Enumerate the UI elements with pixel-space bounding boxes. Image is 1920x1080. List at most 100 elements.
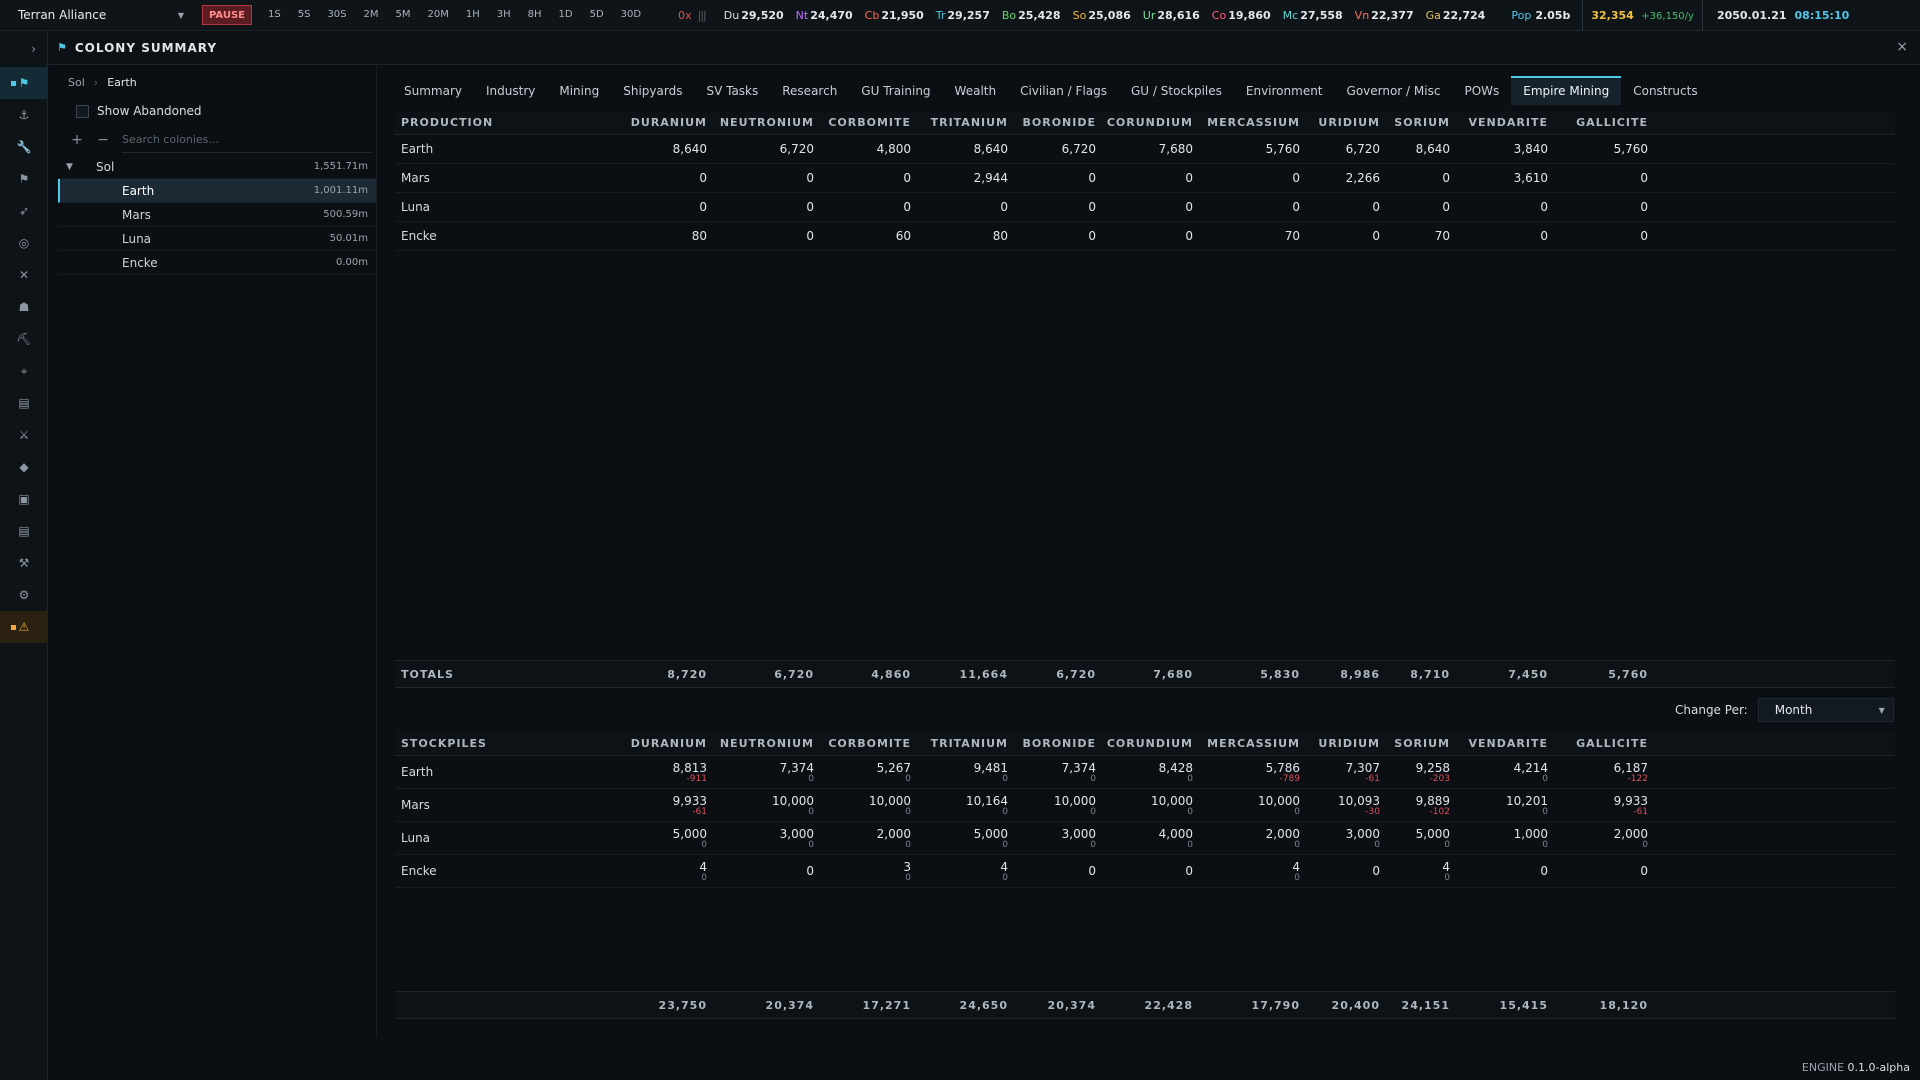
- flag-icon[interactable]: ⚑: [0, 67, 48, 99]
- tab-mining[interactable]: Mining: [547, 76, 611, 105]
- table-row[interactable]: Mars 9,933 -61 10,000 0 10,000 0 10,164 0 10,000 0…: [395, 789, 1895, 822]
- tab-sv-tasks[interactable]: SV Tasks: [694, 76, 770, 105]
- table-row[interactable]: Encke 4 0 0 3 0 4 0 0 0 4 0 0 4 0 0 0: [395, 855, 1895, 888]
- col-boronide[interactable]: BORONIDE: [1008, 116, 1096, 129]
- pickaxe-icon[interactable]: ⛏: [0, 323, 48, 355]
- chevron-right-icon[interactable]: ›: [0, 31, 48, 67]
- table-row[interactable]: Luna 5,000 0 3,000 0 2,000 0 5,000 0 3,000 0 4,000 0…: [395, 822, 1895, 855]
- col-corbomite[interactable]: CORBOMITE: [814, 116, 911, 129]
- col-neutronium[interactable]: NEUTRONIUM: [707, 116, 814, 129]
- table-row[interactable]: Encke 80 0 60 80 0 0 70 0 70 0 0: [395, 222, 1895, 251]
- colony-name: Mars: [401, 171, 430, 185]
- table-row[interactable]: Luna 0 0 0 0 0 0 0 0 0 0 0: [395, 193, 1895, 222]
- tab-governor-misc[interactable]: Governor / Misc: [1335, 76, 1453, 105]
- tab-research[interactable]: Research: [770, 76, 849, 105]
- speed-button-20m[interactable]: 20M: [422, 5, 455, 25]
- col-duranium[interactable]: DURANIUM: [585, 737, 707, 750]
- table-row[interactable]: Earth 8,640 6,720 4,800 8,640 6,720 7,680 5,760…: [395, 135, 1895, 164]
- col-corundium[interactable]: CORUNDIUM: [1096, 116, 1193, 129]
- panel-divider[interactable]: [376, 66, 377, 1036]
- breadcrumb-system[interactable]: Sol: [68, 76, 85, 89]
- period-select[interactable]: Month ▼: [1757, 698, 1894, 722]
- tab-gu-stockpiles[interactable]: GU / Stockpiles: [1119, 76, 1234, 105]
- table-row[interactable]: Earth 8,813 -911 7,374 0 5,267 0 9,481 0 7,374 0 8,…: [395, 756, 1895, 789]
- tab-wealth[interactable]: Wealth: [943, 76, 1009, 105]
- col-uridium[interactable]: URIDIUM: [1300, 116, 1380, 129]
- anchor-icon[interactable]: ⚓: [0, 99, 48, 131]
- stock-change: 0: [905, 773, 911, 784]
- resource-abbr: Bo: [1001, 8, 1017, 22]
- remove-colony-button[interactable]: −: [90, 132, 116, 148]
- speed-button-8h[interactable]: 8H: [522, 5, 548, 25]
- col-boronide[interactable]: BORONIDE: [1008, 737, 1096, 750]
- tab-constructs[interactable]: Constructs: [1621, 76, 1709, 105]
- pause-button[interactable]: PAUSE: [202, 5, 252, 25]
- empire-selector[interactable]: Terran Alliance ▼: [0, 8, 194, 22]
- tab-summary[interactable]: Summary: [392, 76, 474, 105]
- tab-empire-mining[interactable]: Empire Mining: [1511, 76, 1622, 105]
- gear-icon[interactable]: ⚙: [0, 579, 48, 611]
- tree-item-mars[interactable]: Mars 500.59m: [58, 203, 376, 227]
- col-gallicite[interactable]: GALLICITE: [1548, 737, 1648, 750]
- col-vendarite[interactable]: VENDARITE: [1450, 737, 1548, 750]
- col-uridium[interactable]: URIDIUM: [1300, 737, 1380, 750]
- col-gallicite[interactable]: GALLICITE: [1548, 116, 1648, 129]
- wrench-icon[interactable]: 🔧: [0, 131, 48, 163]
- swords-icon[interactable]: ✕: [0, 259, 48, 291]
- tab-civilian-flags[interactable]: Civilian / Flags: [1008, 76, 1119, 105]
- add-colony-button[interactable]: +: [64, 132, 90, 148]
- telescope-icon[interactable]: ⌖: [0, 355, 48, 387]
- col-vendarite[interactable]: VENDARITE: [1450, 116, 1548, 129]
- close-icon[interactable]: ×: [1896, 39, 1908, 55]
- crossed-swords-icon[interactable]: ⚔: [0, 419, 48, 451]
- speed-button-5m[interactable]: 5M: [390, 5, 417, 25]
- tree-item-earth[interactable]: Earth 1,001.11m: [58, 179, 376, 203]
- show-abandoned-checkbox[interactable]: [76, 104, 89, 118]
- show-abandoned-toggle[interactable]: Show Abandoned: [58, 97, 376, 125]
- col-sorium[interactable]: SORIUM: [1380, 737, 1450, 750]
- col-tritanium[interactable]: TRITANIUM: [911, 116, 1008, 129]
- system-name: Sol: [96, 159, 115, 174]
- tree-item-encke[interactable]: Encke 0.00m: [58, 251, 376, 275]
- caret-down-icon[interactable]: ▼: [66, 162, 96, 172]
- tab-environment[interactable]: Environment: [1234, 76, 1335, 105]
- table-row[interactable]: Mars 0 0 0 2,944 0 0 0 2,266 0 3,610 0: [395, 164, 1895, 193]
- tree-item-luna[interactable]: Luna 50.01m: [58, 227, 376, 251]
- tab-industry[interactable]: Industry: [474, 76, 547, 105]
- tab-pows[interactable]: POWs: [1452, 76, 1511, 105]
- box-icon[interactable]: ▣: [0, 483, 48, 515]
- person-icon[interactable]: ☗: [0, 291, 48, 323]
- tree-system-sol[interactable]: ▼ Sol 1,551.71m: [58, 155, 376, 179]
- col-corundium[interactable]: CORUNDIUM: [1096, 737, 1193, 750]
- col-tritanium[interactable]: TRITANIUM: [911, 737, 1008, 750]
- col-corbomite[interactable]: CORBOMITE: [814, 737, 911, 750]
- speed-button-1d[interactable]: 1D: [553, 5, 579, 25]
- warning-icon[interactable]: ⚠: [0, 611, 48, 643]
- speed-button-30d[interactable]: 30D: [615, 5, 647, 25]
- target-icon[interactable]: ◎: [0, 227, 48, 259]
- col-sorium[interactable]: SORIUM: [1380, 116, 1450, 129]
- speed-button-1h[interactable]: 1H: [460, 5, 486, 25]
- flag-small-icon[interactable]: ⚑: [0, 163, 48, 195]
- col-neutronium[interactable]: NEUTRONIUM: [707, 737, 814, 750]
- stock-change: 0: [701, 839, 707, 850]
- speed-button-1s[interactable]: 1S: [262, 5, 287, 25]
- col-mercassium[interactable]: MERCASSIUM: [1193, 737, 1300, 750]
- rocket-icon[interactable]: ➶: [0, 195, 48, 227]
- speed-button-3h[interactable]: 3H: [491, 5, 517, 25]
- stock-change: 0: [1090, 806, 1096, 817]
- speed-button-5s[interactable]: 5S: [292, 5, 317, 25]
- search-colonies-input[interactable]: [122, 127, 372, 153]
- tag-icon[interactable]: ◆: [0, 451, 48, 483]
- speed-button-30s[interactable]: 30S: [321, 5, 352, 25]
- speed-button-5d[interactable]: 5D: [584, 5, 610, 25]
- document-icon[interactable]: ▤: [0, 515, 48, 547]
- table-cell: 8,640: [1415, 142, 1450, 156]
- tab-gu-training[interactable]: GU Training: [849, 76, 942, 105]
- tool-icon[interactable]: ⚒: [0, 547, 48, 579]
- clipboard-icon[interactable]: ▤: [0, 387, 48, 419]
- col-mercassium[interactable]: MERCASSIUM: [1193, 116, 1300, 129]
- tab-shipyards[interactable]: Shipyards: [611, 76, 694, 105]
- col-duranium[interactable]: DURANIUM: [585, 116, 707, 129]
- speed-button-2m[interactable]: 2M: [358, 5, 385, 25]
